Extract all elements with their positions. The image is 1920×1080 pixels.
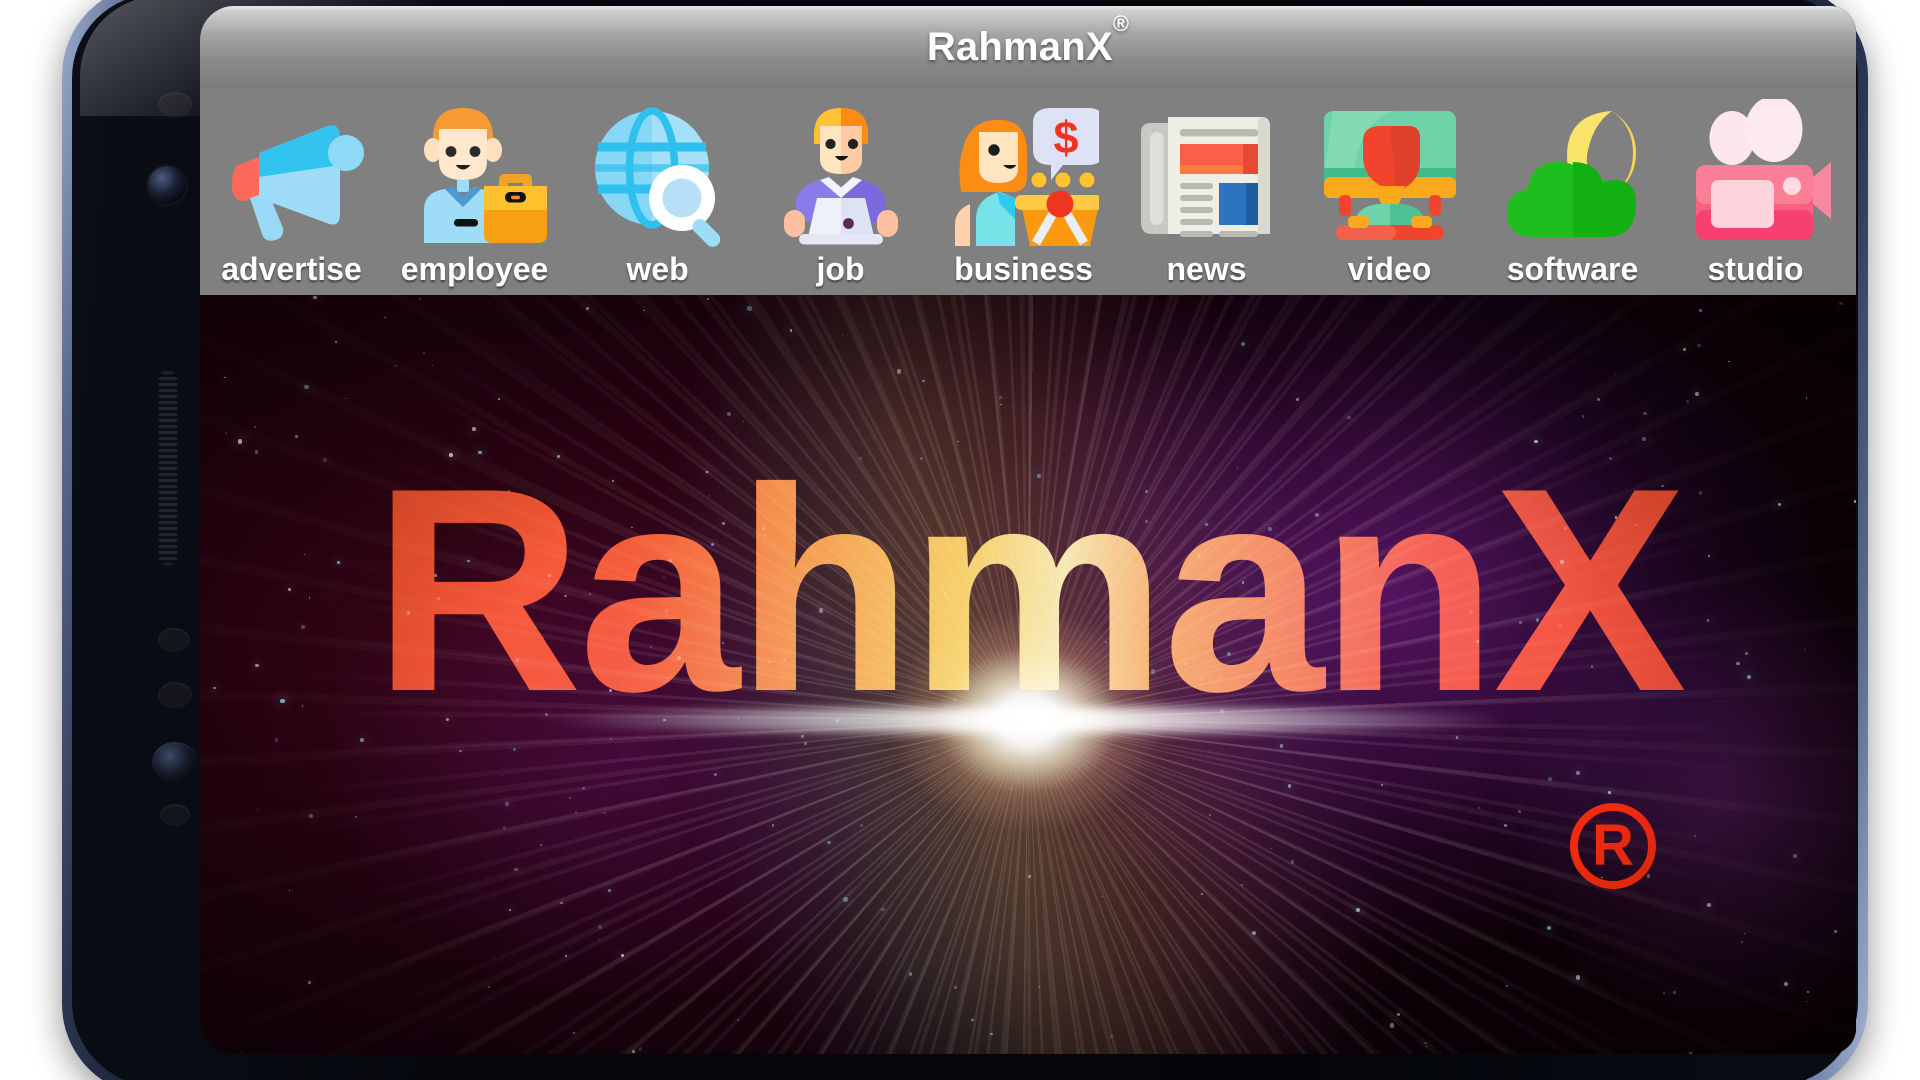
toolbar-label-advertise: advertise: [221, 251, 362, 287]
moon-cloud-icon: [1506, 111, 1636, 237]
light-sensor-icon: [160, 804, 190, 826]
app-title: RahmanX®: [926, 11, 1129, 70]
video-monitor-icon: [1323, 111, 1456, 240]
movie-camera-icon: [1695, 99, 1831, 240]
registered-trademark-superscript: ®: [1112, 11, 1130, 37]
toolbar-item-advertise[interactable]: advertise: [200, 88, 383, 295]
toolbar-label-employee: employee: [400, 251, 549, 287]
svg-text:$: $: [1053, 112, 1078, 163]
newspaper-icon: [1140, 117, 1270, 237]
screenshot-stage: RahmanX® advertise employee web job $ bu…: [0, 0, 1920, 1080]
business-woman-basket-icon: $: [954, 108, 1099, 246]
globe-search-icon: [594, 107, 720, 247]
toolbar-item-job[interactable]: job: [749, 88, 932, 295]
phone-screen: RahmanX® advertise employee web job $ bu…: [200, 6, 1856, 1054]
app-title-bar: RahmanX®: [200, 6, 1856, 88]
toolbar-item-business[interactable]: $ business: [932, 88, 1115, 295]
employee-briefcase-icon: [423, 108, 547, 243]
registered-trademark-icon: R: [1570, 803, 1656, 889]
megaphone-icon: [231, 125, 364, 241]
toolbar-label-job: job: [816, 251, 865, 287]
toolbar-item-software[interactable]: software: [1481, 88, 1664, 295]
toolbar-item-news[interactable]: news: [1115, 88, 1298, 295]
app-title-text: RahmanX: [926, 24, 1113, 69]
brand-text: RahmanX: [200, 445, 1856, 735]
earpiece-speaker-icon: [158, 370, 178, 566]
phone-device-frame: RahmanX® advertise employee web job $ bu…: [62, 0, 1868, 1080]
toolbar-label-video: video: [1347, 251, 1432, 287]
toolbar-item-video[interactable]: video: [1298, 88, 1481, 295]
toolbar-label-software: software: [1506, 251, 1639, 287]
iris-sensor-icon: [158, 682, 192, 708]
proximity-sensor-icon: [158, 92, 192, 118]
led-indicator-icon: [158, 628, 190, 652]
secondary-camera-icon: [152, 742, 198, 782]
toolbar-item-studio[interactable]: studio: [1664, 88, 1847, 295]
toolbar-item-web[interactable]: web: [566, 88, 749, 295]
toolbar-label-studio: studio: [1707, 251, 1804, 287]
toolbar-label-news: news: [1166, 251, 1247, 287]
toolbar-item-employee[interactable]: employee: [383, 88, 566, 295]
splash-screen: RahmanX RahmanX R: [200, 295, 1856, 1054]
front-camera-icon: [148, 166, 186, 204]
toolbar-label-web: web: [626, 251, 689, 287]
toolbar-label-business: business: [954, 251, 1093, 287]
category-toolbar: advertise employee web job $ business ne…: [200, 88, 1856, 295]
person-laptop-icon: [783, 108, 898, 245]
